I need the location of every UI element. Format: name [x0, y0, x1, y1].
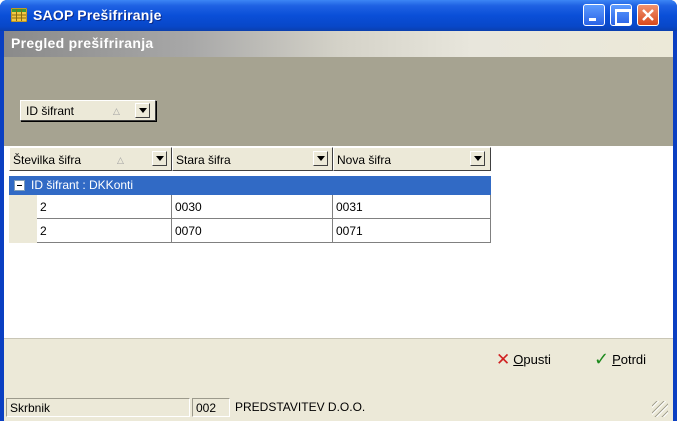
column-filter-dropdown-button[interactable]: [152, 151, 167, 166]
column-filter-dropdown-button[interactable]: [313, 151, 328, 166]
group-by-chip[interactable]: ID šifrant △: [20, 100, 156, 121]
cell-stara[interactable]: 0070: [172, 219, 333, 243]
cancel-button-label: Opusti: [513, 352, 551, 367]
column-header-stevilka[interactable]: Številka šifra △: [9, 147, 172, 171]
cell-text: 2: [40, 200, 47, 214]
table-row[interactable]: 2 0030 0031: [9, 195, 491, 219]
sort-ascending-icon: △: [113, 106, 120, 116]
group-chip-dropdown-button[interactable]: [135, 103, 150, 118]
sort-ascending-icon: △: [117, 155, 124, 165]
app-window: SAOP Prešifriranje Pregled prešifriranja…: [0, 0, 677, 421]
confirm-button-label: Potrdi: [612, 352, 646, 367]
cancel-button[interactable]: ✕ Opusti: [496, 349, 551, 369]
column-header-stara[interactable]: Stara šifra: [172, 147, 333, 171]
confirm-label-rest: otrdi: [620, 351, 647, 367]
cell-stevilka[interactable]: 2: [37, 195, 172, 219]
button-bar: ✕ Opusti ✓ Potrdi: [4, 338, 673, 376]
column-header-label: Stara šifra: [176, 153, 231, 167]
window-title: SAOP Prešifriranje: [33, 7, 162, 23]
view-title: Pregled prešifriranja: [11, 35, 154, 51]
status-code: 002: [196, 401, 217, 415]
cell-stara[interactable]: 0030: [172, 195, 333, 219]
column-header-label: Številka šifra: [13, 153, 82, 167]
cell-text: 2: [40, 224, 47, 238]
group-by-chip-label: ID šifrant: [26, 104, 75, 118]
cell-text: 0030: [175, 200, 202, 214]
table-row[interactable]: 2 0070 0071: [9, 219, 491, 243]
status-panel-code: 002: [192, 398, 230, 417]
status-company: PREDSTAVITEV D.O.O.: [235, 400, 366, 414]
title-bar[interactable]: SAOP Prešifriranje: [0, 0, 677, 31]
cell-text: 0031: [336, 200, 363, 214]
maximize-button[interactable]: [610, 4, 632, 26]
status-panel-company: PREDSTAVITEV D.O.O.: [232, 398, 650, 417]
checkmark-icon: ✓: [594, 349, 610, 369]
cell-nova[interactable]: 0071: [333, 219, 491, 243]
cell-text: 0071: [336, 224, 363, 238]
status-panel-role: Skrbnik: [6, 398, 190, 417]
confirm-button[interactable]: ✓ Potrdi: [594, 349, 646, 369]
row-indent: [9, 219, 37, 243]
status-bar: Skrbnik 002 PREDSTAVITEV D.O.O.: [4, 377, 673, 421]
cancel-accelerator: O: [513, 351, 524, 367]
cell-text: 0070: [175, 224, 202, 238]
group-row[interactable]: ID šifrant : DKKonti: [9, 176, 491, 195]
status-role: Skrbnik: [10, 401, 51, 415]
column-header-label: Nova šifra: [337, 153, 392, 167]
column-filter-dropdown-button[interactable]: [470, 151, 485, 166]
view-header: Pregled prešifriranja: [4, 31, 673, 57]
confirm-accelerator: P: [612, 351, 621, 367]
minimize-button[interactable]: [583, 4, 605, 26]
row-indent: [9, 195, 37, 219]
collapse-icon[interactable]: [14, 180, 25, 191]
close-button[interactable]: [637, 4, 659, 26]
column-header-row: Številka šifra △ Stara šifra Nova šifra: [9, 147, 491, 171]
cell-nova[interactable]: 0031: [333, 195, 491, 219]
resize-grip-icon[interactable]: [652, 401, 668, 417]
close-icon: [642, 9, 654, 21]
column-header-nova[interactable]: Nova šifra: [333, 147, 491, 171]
cancel-x-icon: ✕: [496, 349, 511, 369]
cell-stevilka[interactable]: 2: [37, 219, 172, 243]
client-area: Pregled prešifriranja ID šifrant △ Števi…: [4, 31, 673, 421]
group-row-label: ID šifrant : DKKonti: [31, 178, 134, 192]
cancel-label-rest: pusti: [523, 351, 551, 367]
table-app-icon: [11, 8, 27, 22]
